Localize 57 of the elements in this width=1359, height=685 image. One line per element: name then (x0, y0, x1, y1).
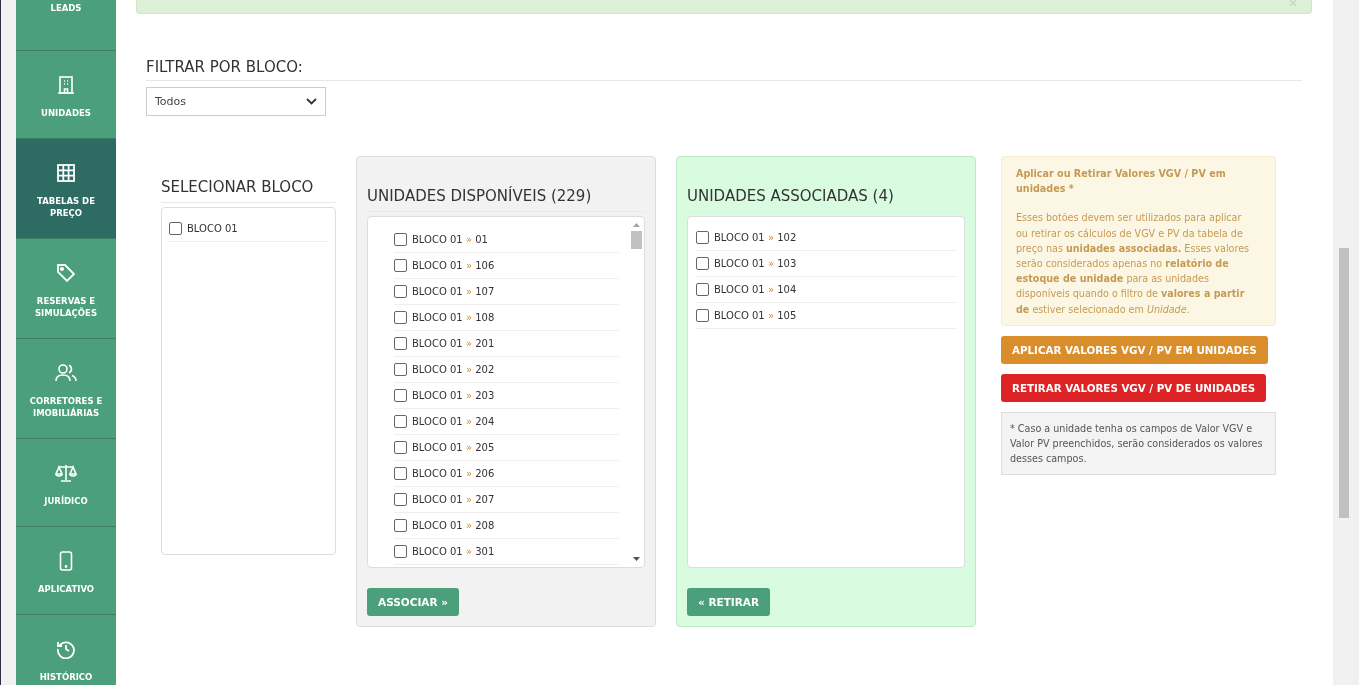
unit-list-item[interactable]: BLOCO 01 » 106 (394, 253, 619, 279)
unit-list-item[interactable]: BLOCO 01 » 102 (696, 225, 957, 251)
page-scrollbar[interactable] (1333, 0, 1359, 685)
scale-icon (55, 462, 77, 483)
unit-list-item[interactable]: BLOCO 01 » 201 (394, 331, 619, 357)
sidebar-item[interactable]: TABELAS DE PREÇO (16, 139, 116, 239)
checkbox[interactable] (394, 545, 407, 558)
unit-list-item[interactable]: BLOCO 01 » 205 (394, 435, 619, 461)
checkbox[interactable] (394, 519, 407, 532)
tag-icon (56, 262, 76, 283)
scrollbar-thumb[interactable] (631, 231, 642, 249)
unit-list-item[interactable]: BLOCO 01 » 107 (394, 279, 619, 305)
footnote: * Caso a unidade tenha os campos de Valor VGV e Valor PV preenchidos, serão considerados os valores desses campos. (1001, 411, 1276, 475)
checkbox[interactable] (696, 309, 709, 322)
unit-list-item[interactable]: BLOCO 01 » 108 (394, 305, 619, 331)
unit-list-item[interactable]: BLOCO 01 » 103 (696, 251, 957, 277)
checkbox[interactable] (394, 285, 407, 298)
checkbox[interactable] (394, 337, 407, 350)
filter-title: FILTRAR POR BLOCO: (146, 58, 1302, 81)
checkbox[interactable] (394, 363, 407, 376)
checkbox[interactable] (394, 415, 407, 428)
people-icon (55, 362, 77, 383)
unit-list-item[interactable]: BLOCO 01 » 104 (696, 277, 957, 303)
chevron-down-icon (306, 98, 317, 105)
unit-list-item[interactable]: BLOCO 01 » 01 (394, 227, 619, 253)
block-list-item[interactable]: BLOCO 01 (169, 216, 328, 242)
history-icon (56, 638, 76, 659)
checkbox[interactable] (696, 231, 709, 244)
checkbox[interactable] (394, 467, 407, 480)
unit-list-item[interactable]: BLOCO 01 » 202 (394, 357, 619, 383)
checkbox[interactable] (696, 283, 709, 296)
info-text: Esses botões devem ser utilizados para aplicar ou retirar os cálculos de VGV e PV da tabela de preço nas unidades associadas. Esses valores serão considerados apenas no relatório de estoque de unidade para as unidades disponíveis quando o filtro de valores a partir de estiver selecionado em Unidade. (1016, 211, 1251, 317)
panel-title: UNIDADES ASSOCIADAS (4) (687, 187, 965, 212)
checkbox[interactable] (394, 259, 407, 272)
checkbox[interactable] (394, 311, 407, 324)
unit-list-item[interactable]: BLOCO 01 » 207 (394, 487, 619, 513)
phone-icon (59, 550, 73, 571)
unit-list-item[interactable]: BLOCO 01 » 206 (394, 461, 619, 487)
checkbox[interactable] (394, 441, 407, 454)
checkbox[interactable] (696, 257, 709, 270)
checkbox[interactable] (394, 493, 407, 506)
unit-list-item[interactable]: BLOCO 01 » 204 (394, 409, 619, 435)
scroll-down-icon[interactable] (633, 557, 640, 561)
unit-list-item[interactable]: BLOCO 01 » 105 (696, 303, 957, 329)
unit-list-item[interactable]: BLOCO 01 » 301 (394, 539, 619, 565)
checkbox[interactable] (394, 389, 407, 402)
panel-title: UNIDADES DISPONÍVEIS (229) (367, 187, 645, 212)
checkbox[interactable] (394, 233, 407, 246)
unit-list-item[interactable]: BLOCO 01 » 203 (394, 383, 619, 409)
grid-icon (56, 162, 76, 183)
checkbox[interactable] (169, 222, 182, 235)
building-icon (56, 74, 76, 95)
block-section-title: SELECIONAR BLOCO (161, 178, 336, 203)
block-filter-dropdown[interactable]: Todos (146, 87, 326, 116)
unit-list-item[interactable]: BLOCO 01 » 208 (394, 513, 619, 539)
info-title: Aplicar ou Retirar Valores VGV / PV em unidades * (1016, 167, 1227, 197)
remove-values-button[interactable]: RETIRAR VALORES VGV / PV DE UNIDADES (1001, 373, 1267, 402)
